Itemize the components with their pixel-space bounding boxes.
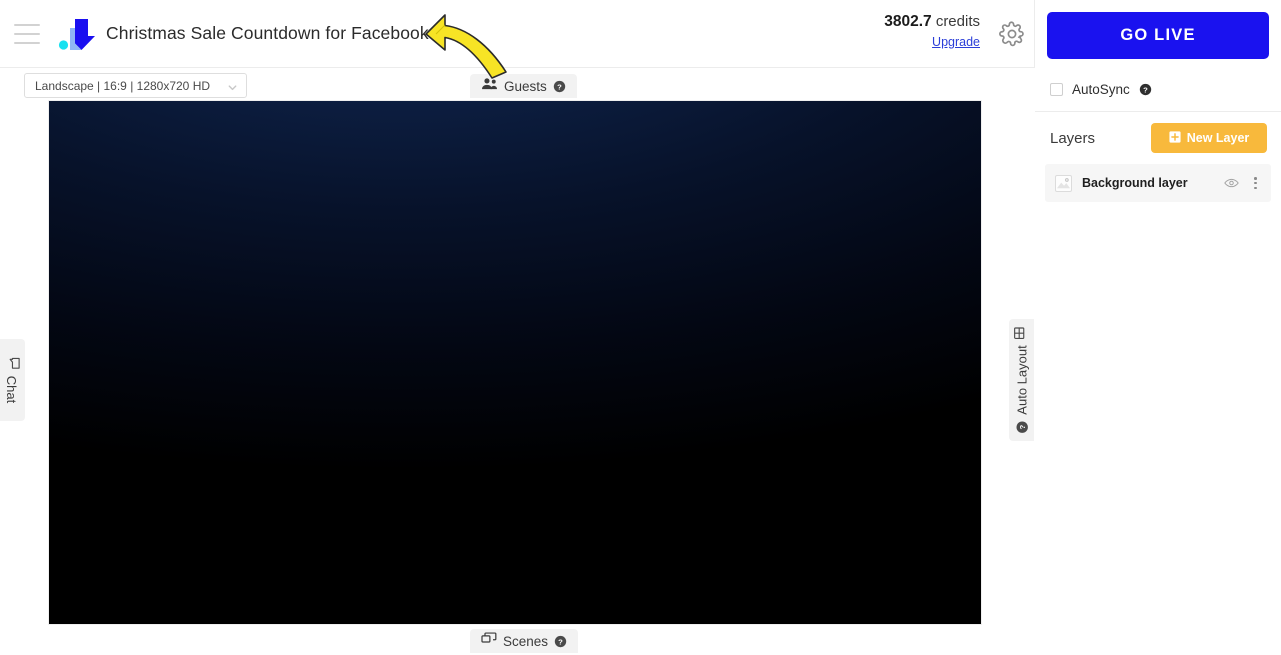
kebab-dot xyxy=(1254,177,1257,180)
kebab-menu-icon[interactable] xyxy=(1249,175,1262,191)
tab-chat[interactable]: Chat xyxy=(0,339,25,421)
help-circle-icon[interactable]: ? xyxy=(553,80,566,93)
hamburger-line xyxy=(14,32,40,35)
tab-guests-label: Guests xyxy=(504,78,547,94)
brand-logo-icon[interactable] xyxy=(56,14,100,54)
layers-header: Layers New Layer xyxy=(1035,112,1281,164)
help-circle-icon[interactable]: ? xyxy=(554,635,567,648)
canvas-background-gradient xyxy=(49,101,981,624)
eye-icon[interactable] xyxy=(1224,176,1239,191)
tab-scenes-label: Scenes xyxy=(503,633,549,649)
tab-auto-layout-label: Auto Layout xyxy=(1014,345,1030,415)
help-circle-icon[interactable]: ? xyxy=(1015,421,1028,434)
layers-title: Layers xyxy=(1050,129,1096,147)
tab-scenes[interactable]: Scenes ? xyxy=(470,629,579,653)
help-circle-icon[interactable]: ? xyxy=(1139,83,1152,96)
credits-amount: 3802.7 xyxy=(884,13,932,30)
tab-chat-inner: Chat xyxy=(4,357,22,403)
autosync-row: AutoSync ? xyxy=(1035,68,1281,112)
top-bar: Christmas Sale Countdown for Facebook xyxy=(0,0,1034,68)
hamburger-line xyxy=(14,23,40,26)
tab-chat-label: Chat xyxy=(5,375,20,404)
video-canvas[interactable] xyxy=(48,100,982,625)
autosync-label: AutoSync xyxy=(1072,82,1130,97)
pencil-icon[interactable] xyxy=(439,25,457,43)
gear-icon[interactable] xyxy=(998,20,1026,48)
new-layer-label: New Layer xyxy=(1186,131,1250,145)
svg-text:?: ? xyxy=(1017,425,1026,430)
credits-word: credits xyxy=(935,13,980,30)
credits-block: 3802.7 credits Upgrade xyxy=(884,12,980,52)
upgrade-link[interactable]: Upgrade xyxy=(932,35,980,51)
plus-square-icon xyxy=(1169,130,1181,146)
kebab-dot xyxy=(1254,181,1257,185)
image-thumb-icon xyxy=(1055,174,1072,192)
layer-name: Background layer xyxy=(1082,176,1188,190)
tab-auto-layout-inner: ? Auto Layout xyxy=(1013,326,1031,433)
svg-text:?: ? xyxy=(557,82,562,91)
hamburger-icon[interactable] xyxy=(14,23,40,44)
canvas-preset-select[interactable]: Landscape | 16:9 | 1280x720 HD xyxy=(24,73,247,98)
tab-guests[interactable]: Guests ? xyxy=(470,74,577,98)
go-live-button[interactable]: GO LIVE xyxy=(1047,12,1269,59)
chat-bubble-icon xyxy=(4,357,22,370)
tab-auto-layout[interactable]: ? Auto Layout xyxy=(1009,319,1034,441)
header-divider xyxy=(1034,0,1035,68)
new-layer-button[interactable]: New Layer xyxy=(1151,123,1267,153)
right-panel: AutoSync ? Layers New Layer Background l… xyxy=(1035,68,1281,655)
hamburger-line xyxy=(14,41,40,44)
kebab-dot xyxy=(1254,186,1257,189)
svg-text:?: ? xyxy=(558,637,563,646)
page-title: Christmas Sale Countdown for Facebook xyxy=(106,23,429,43)
layer-list-item[interactable]: Background layer xyxy=(1045,164,1271,202)
layout-grid-icon xyxy=(1013,326,1031,339)
autosync-checkbox[interactable] xyxy=(1050,83,1063,96)
svg-text:?: ? xyxy=(1143,85,1148,94)
people-icon xyxy=(481,77,498,96)
stage-column: Landscape | 16:9 | 1280x720 HD Guests ? … xyxy=(0,68,1034,655)
app-root: Christmas Sale Countdown for Facebook 38… xyxy=(0,0,1281,655)
credits-line: 3802.7 credits xyxy=(884,12,980,32)
chevron-down-icon xyxy=(227,80,238,91)
scenes-icon xyxy=(481,631,497,651)
canvas-preset-label: Landscape | 16:9 | 1280x720 HD xyxy=(35,78,211,93)
